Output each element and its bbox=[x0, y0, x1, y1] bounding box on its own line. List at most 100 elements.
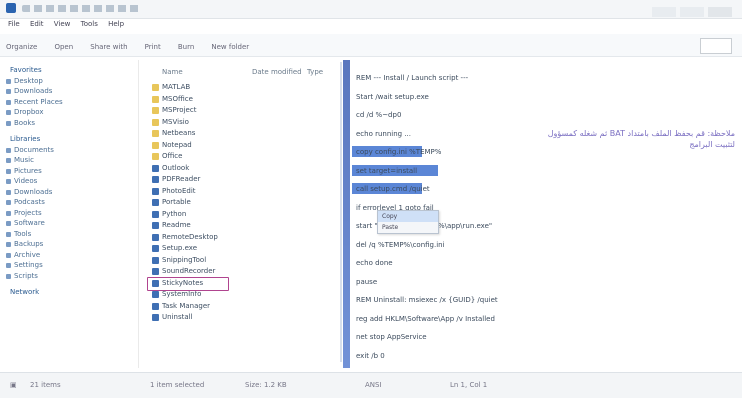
library-icon bbox=[6, 273, 11, 279]
editor-line: echo done bbox=[356, 259, 393, 267]
nav-item[interactable]: Downloads bbox=[0, 188, 138, 199]
nav-item[interactable]: Backups bbox=[0, 240, 138, 251]
file-row[interactable]: Task Manager bbox=[142, 301, 338, 313]
nav-favorites-header[interactable]: Favorites bbox=[0, 66, 138, 77]
library-icon bbox=[6, 242, 11, 247]
file-row[interactable]: Office bbox=[142, 151, 338, 163]
library-icon bbox=[6, 210, 11, 216]
menu-help[interactable]: Help bbox=[108, 20, 124, 28]
column-header-name[interactable]: Name bbox=[162, 68, 183, 76]
file-row[interactable]: MSVisio bbox=[142, 117, 338, 129]
burn-button[interactable]: Burn bbox=[178, 43, 194, 51]
nav-item[interactable]: Music bbox=[0, 156, 138, 167]
nav-item[interactable]: Tools bbox=[0, 230, 138, 241]
folder-icon bbox=[6, 78, 11, 84]
organize-button[interactable]: Organize bbox=[6, 43, 37, 51]
pane-splitter[interactable] bbox=[343, 60, 350, 368]
nav-item-label: Downloads bbox=[14, 187, 53, 196]
folder-icon bbox=[152, 130, 159, 137]
file-size: Size: 1.2 KB bbox=[245, 381, 287, 389]
file-row[interactable]: MSProject bbox=[142, 105, 338, 117]
file-row[interactable]: Portable bbox=[142, 197, 338, 209]
editor-line: reg add HKLM\Software\App /v Installed bbox=[356, 314, 495, 323]
menu-view[interactable]: View bbox=[54, 20, 71, 28]
file-row[interactable]: PDFReader bbox=[142, 174, 338, 186]
file-row[interactable]: SoundRecorder bbox=[142, 266, 338, 278]
context-menu-copy[interactable]: Copy bbox=[378, 211, 438, 222]
nav-item-label: Music bbox=[14, 156, 34, 164]
nav-item[interactable]: Downloads bbox=[0, 87, 138, 98]
nav-item[interactable]: Scripts bbox=[0, 272, 138, 283]
library-icon bbox=[6, 168, 11, 174]
nav-item[interactable]: Settings bbox=[0, 261, 138, 272]
encoding: ANSI bbox=[365, 381, 382, 389]
quick-access-toolbar[interactable] bbox=[22, 5, 142, 12]
nav-item[interactable]: Desktop bbox=[0, 77, 138, 88]
nav-item[interactable]: Projects bbox=[0, 209, 138, 220]
nav-item[interactable]: Recent Places bbox=[0, 98, 138, 109]
editor-line: REM Uninstall: msiexec /x {GUID} /quiet bbox=[356, 296, 498, 304]
editor-line: REM --- Install / Launch script --- bbox=[356, 74, 469, 82]
new-folder-button[interactable]: New folder bbox=[211, 43, 249, 51]
selected-count: 1 item selected bbox=[150, 381, 205, 389]
file-name: SystemInfo bbox=[162, 290, 202, 298]
nav-item-label: Videos bbox=[14, 177, 38, 185]
nav-item-label: Recent Places bbox=[14, 97, 63, 106]
minimize-button[interactable] bbox=[652, 7, 676, 17]
file-icon bbox=[152, 291, 159, 298]
file-row[interactable]: Setup.exe bbox=[142, 243, 338, 255]
file-name: SnippingTool bbox=[162, 255, 207, 264]
column-header-type[interactable]: Type bbox=[307, 68, 323, 76]
file-row[interactable]: Python bbox=[142, 209, 338, 221]
file-name: SoundRecorder bbox=[162, 267, 216, 275]
nav-item[interactable]: Archive bbox=[0, 251, 138, 262]
nav-item-label: Settings bbox=[14, 261, 43, 269]
file-row[interactable]: MSOffice bbox=[142, 94, 338, 106]
nav-item[interactable]: Documents bbox=[0, 146, 138, 157]
menu-file[interactable]: File bbox=[8, 20, 20, 28]
view-toggle-button[interactable] bbox=[700, 38, 732, 54]
window-title bbox=[300, 2, 560, 14]
nav-item[interactable]: Podcasts bbox=[0, 198, 138, 209]
file-row[interactable]: Notepad bbox=[142, 140, 338, 152]
nav-libraries-header[interactable]: Libraries bbox=[0, 135, 138, 146]
context-menu: Copy Paste bbox=[377, 210, 439, 234]
menu-tools[interactable]: Tools bbox=[81, 20, 98, 28]
file-row[interactable]: Readme bbox=[142, 220, 338, 232]
nav-item[interactable]: Dropbox bbox=[0, 108, 138, 119]
close-button[interactable] bbox=[708, 7, 732, 17]
file-name: Task Manager bbox=[162, 301, 211, 310]
items-count: 21 items bbox=[30, 381, 61, 389]
editor-line: pause bbox=[356, 277, 378, 286]
print-button[interactable]: Print bbox=[145, 43, 161, 51]
file-row[interactable]: Netbeans bbox=[142, 128, 338, 140]
library-icon bbox=[6, 189, 11, 195]
maximize-button[interactable] bbox=[680, 7, 704, 17]
file-name: Outlook bbox=[162, 163, 190, 172]
context-menu-paste[interactable]: Paste bbox=[378, 222, 438, 233]
file-row[interactable]: PhotoEdit bbox=[142, 186, 338, 198]
menu-edit[interactable]: Edit bbox=[30, 20, 44, 28]
file-row[interactable]: SnippingTool bbox=[142, 255, 338, 267]
nav-item[interactable]: Videos bbox=[0, 177, 138, 188]
file-row[interactable]: Uninstall bbox=[142, 312, 338, 324]
share-button[interactable]: Share with bbox=[90, 43, 127, 51]
open-button[interactable]: Open bbox=[54, 43, 73, 51]
nav-item[interactable]: Software bbox=[0, 219, 138, 230]
nav-item-label: Dropbox bbox=[14, 108, 44, 116]
file-name: MATLAB bbox=[162, 83, 191, 91]
nav-item-label: Backups bbox=[14, 240, 44, 248]
column-headers: Name Date modified Type bbox=[142, 60, 338, 82]
nav-network-header[interactable]: Network bbox=[0, 288, 138, 299]
file-name: MSVisio bbox=[162, 117, 189, 126]
column-header-date[interactable]: Date modified bbox=[252, 68, 302, 76]
file-row[interactable]: MATLAB bbox=[142, 82, 338, 94]
file-row[interactable]: RemoteDesktop bbox=[142, 232, 338, 244]
file-icon: ▣ bbox=[10, 381, 17, 389]
nav-item-label: Documents bbox=[14, 145, 54, 154]
nav-item[interactable]: Books bbox=[0, 119, 138, 130]
library-icon bbox=[6, 252, 11, 258]
nav-item[interactable]: Pictures bbox=[0, 167, 138, 178]
file-name: RemoteDesktop bbox=[162, 232, 218, 241]
file-row[interactable]: Outlook bbox=[142, 163, 338, 175]
